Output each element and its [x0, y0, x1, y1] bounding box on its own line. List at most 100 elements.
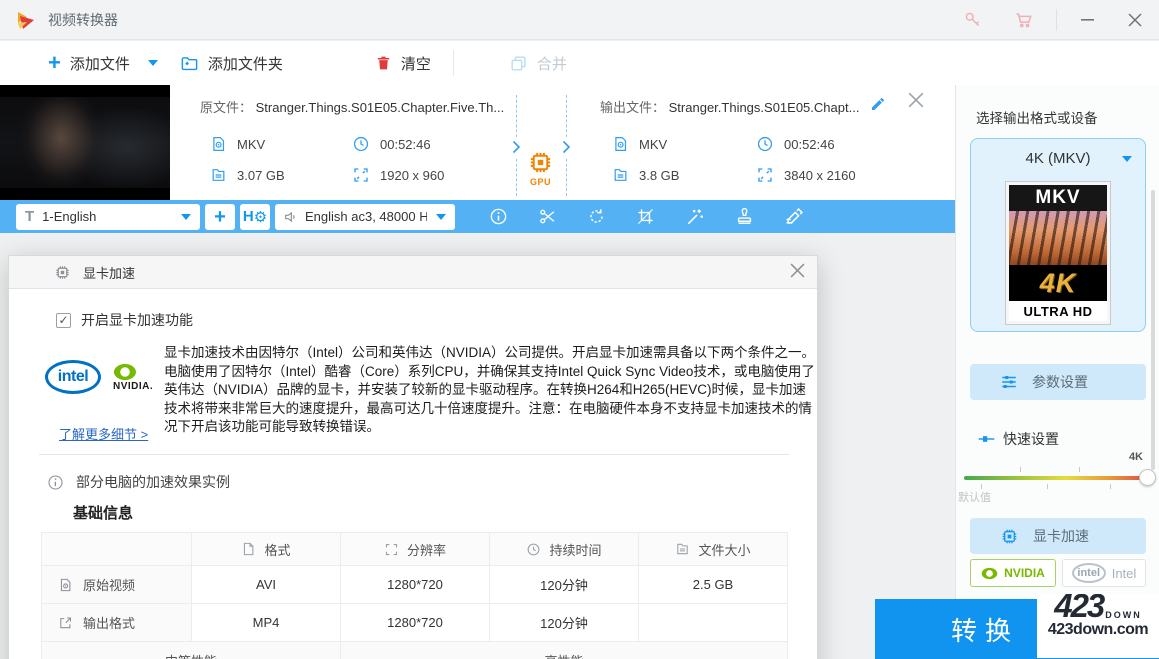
trash-icon [375, 54, 392, 72]
dialog-close-icon[interactable] [790, 263, 805, 278]
output-file-name: Stranger.Things.S01E05.Chapt... [668, 100, 860, 115]
watermark-down: DOWN [1105, 610, 1142, 621]
resolution-icon [352, 166, 370, 184]
output-panel: 选择输出格式或设备 4K (MKV) MKV 4K ULTRA HD 参数设置 … [955, 85, 1159, 659]
output-panel-title: 选择输出格式或设备 [976, 111, 1098, 126]
gear-icon: ⚙ [253, 208, 268, 226]
chevron-down-icon [436, 213, 446, 220]
chevron-down-icon [181, 213, 191, 220]
enable-gpu-checkbox[interactable]: ✓ 开启显卡加速功能 [56, 310, 193, 330]
vendor-logos: intel NVIDIA. [45, 360, 165, 394]
clear-button[interactable]: 清空 [375, 53, 431, 74]
edit-tools [489, 207, 804, 227]
learn-more-link[interactable]: 了解更多细节 > [59, 424, 148, 443]
close-button[interactable] [1111, 0, 1159, 39]
video-thumbnail [0, 85, 170, 200]
quality-slider[interactable] [964, 467, 1156, 489]
gpu-acceleration-dialog: 显卡加速 ✓ 开启显卡加速功能 intel NVIDIA. 显卡加速技术由因特尔… [8, 255, 818, 659]
table-row-output: 输出格式 MP4 1280*720 120分钟 [41, 603, 788, 642]
checkbox-checked[interactable]: ✓ [56, 312, 71, 328]
resolution-icon [384, 542, 399, 557]
table-row-performance: 中等性能 高性能 [41, 641, 788, 659]
hd-settings-button[interactable]: H ⚙ [240, 203, 270, 230]
source-file-line: 原文件： Stranger.Things.S01E05.Chapter.Five… [200, 100, 505, 115]
chevron-right-icon [561, 137, 571, 157]
slider-tick [1047, 484, 1049, 489]
clock-icon [526, 542, 541, 557]
quality-level-label: 4K [1128, 451, 1143, 463]
file-row: 原文件： Stranger.Things.S01E05.Chapter.Five… [0, 85, 955, 200]
watermark-stamp-icon[interactable] [735, 207, 754, 226]
chevron-right-icon [511, 137, 521, 157]
chevron-down-icon [1122, 156, 1132, 162]
effects-wand-icon[interactable] [685, 207, 705, 227]
output-format: MKV [612, 135, 667, 153]
watermark-site: 423down.com [1047, 621, 1149, 639]
nvidia-button[interactable]: NVIDIA [970, 559, 1056, 587]
convert-button[interactable]: 转换 423 DOWN 423down.com [875, 594, 1159, 659]
merge-button: 合并 [509, 53, 567, 74]
gpu-acceleration-button[interactable]: 显卡加速 [970, 518, 1146, 554]
format-selector[interactable]: 4K (MKV) MKV 4K ULTRA HD [970, 138, 1146, 332]
format-icon [241, 541, 256, 557]
format-icon [612, 135, 629, 153]
slider-tick [1110, 484, 1112, 489]
export-icon [58, 615, 73, 631]
source-format: MKV [210, 135, 265, 153]
format-icon [210, 135, 227, 153]
gpu-description: 显卡加速技术由因特尔（Intel）公司和英伟达（NVIDIA）公司提供。开启显卡… [164, 345, 816, 435]
source-size: 3.07 GB [210, 166, 285, 184]
audio-track-value: English ac3, 48000 Hz [305, 209, 427, 224]
edit-bar: T 1-English + H ⚙ English ac3, 48000 Hz [0, 200, 955, 233]
file-size-icon [612, 166, 629, 184]
subtitle-t-icon: T [25, 208, 35, 225]
plus-icon: + [48, 50, 61, 75]
nvidia-eye-icon [113, 363, 153, 381]
info-icon[interactable] [489, 207, 508, 226]
merge-icon [509, 54, 528, 73]
slider-handle[interactable] [1139, 469, 1156, 486]
folder-icon [180, 54, 199, 73]
video-file-icon [58, 577, 73, 593]
output-file-line: 输出文件： Stranger.Things.S01E05.Chapt... [600, 100, 860, 115]
watermark-423down: 423 DOWN 423down.com [1037, 594, 1159, 658]
plus-icon: + [214, 205, 226, 228]
register-key-icon[interactable] [946, 0, 998, 39]
clock-icon [352, 135, 370, 153]
add-folder-button[interactable]: 添加文件夹 [180, 53, 283, 74]
hd-label: H [242, 208, 254, 225]
main-toolbar: + 添加文件 添加文件夹 清空 合并 [0, 41, 1159, 85]
badge-tiger-image [1009, 211, 1107, 265]
minimize-button[interactable] [1063, 0, 1111, 39]
titlebar-separator [1056, 8, 1057, 31]
table-header-row: 格式 分辨率 持续时间 文件大小 [41, 532, 788, 566]
parameter-settings-button[interactable]: 参数设置 [970, 364, 1146, 400]
subtitle-track-select[interactable]: T 1-English [16, 203, 200, 230]
chip-icon [54, 264, 71, 281]
add-file-button[interactable]: + 添加文件 [48, 52, 130, 74]
add-file-dropdown-caret[interactable] [147, 60, 158, 66]
examples-section-title: 部分电脑的加速效果实例 [47, 472, 230, 492]
intel-button[interactable]: intel Intel [1062, 559, 1146, 587]
badge-uhd-label: ULTRA HD [1009, 301, 1107, 321]
clock-icon [756, 135, 774, 153]
remove-file-icon[interactable] [908, 92, 924, 108]
crop-icon[interactable] [636, 207, 655, 226]
audio-track-select[interactable]: English ac3, 48000 Hz [275, 203, 455, 230]
source-resolution: 1920 x 960 [352, 166, 444, 184]
nvidia-eye-icon [981, 567, 998, 580]
toolbar-separator [452, 50, 454, 76]
resolution-icon [756, 166, 774, 184]
trim-scissors-icon[interactable] [538, 207, 557, 226]
add-subtitle-button[interactable]: + [205, 203, 235, 230]
rename-pencil-icon[interactable] [870, 96, 886, 112]
scrollbar[interactable] [1151, 190, 1155, 470]
badge-4k-label: 4K [1009, 265, 1107, 301]
watermark-number: 423 [1054, 594, 1105, 624]
cart-icon[interactable] [998, 0, 1050, 39]
subtitle-edit-icon[interactable] [784, 207, 804, 227]
rotate-icon[interactable] [587, 207, 606, 226]
quick-settings-label: 快速设置 [978, 429, 1059, 449]
nvidia-logo: NVIDIA. [113, 363, 153, 392]
source-duration: 00:52:46 [352, 135, 431, 153]
